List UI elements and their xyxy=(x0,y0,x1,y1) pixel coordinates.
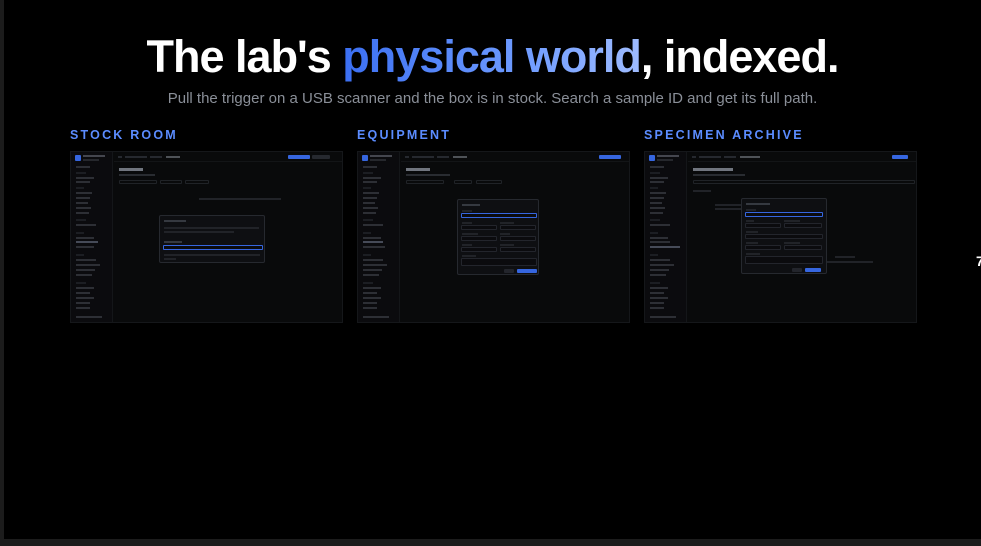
hero-title-accent: physical world xyxy=(342,31,642,82)
mini-sidebar xyxy=(358,152,400,322)
column-label-stock-room: STOCK ROOM xyxy=(70,128,178,142)
hero-title: The lab's physical world, indexed. xyxy=(4,30,981,84)
hero-subtitle: Pull the trigger on a USB scanner and th… xyxy=(167,90,818,107)
hero-title-prefix: The lab's xyxy=(146,31,343,82)
mini-sidebar xyxy=(645,152,687,322)
app-logo-icon xyxy=(649,155,655,161)
mini-sidebar xyxy=(71,152,113,322)
specimen-archive-screenshot[interactable] xyxy=(644,151,917,323)
scan-modal xyxy=(159,215,265,263)
add-equipment-modal xyxy=(457,199,539,275)
hero-title-suffix: , indexed. xyxy=(640,31,840,82)
stock-room-screenshot[interactable] xyxy=(70,151,343,323)
page-frame: The lab's physical world, indexed. Pull … xyxy=(4,0,981,539)
column-label-specimen-archive: SPECIMEN ARCHIVE xyxy=(644,128,804,142)
app-logo-icon xyxy=(362,155,368,161)
create-storage-unit-modal xyxy=(741,198,827,274)
column-label-equipment: EQUIPMENT xyxy=(357,128,452,142)
equipment-screenshot[interactable] xyxy=(357,151,630,323)
clipped-overflow-glyph: 7 xyxy=(976,253,981,269)
app-logo-icon xyxy=(75,155,81,161)
